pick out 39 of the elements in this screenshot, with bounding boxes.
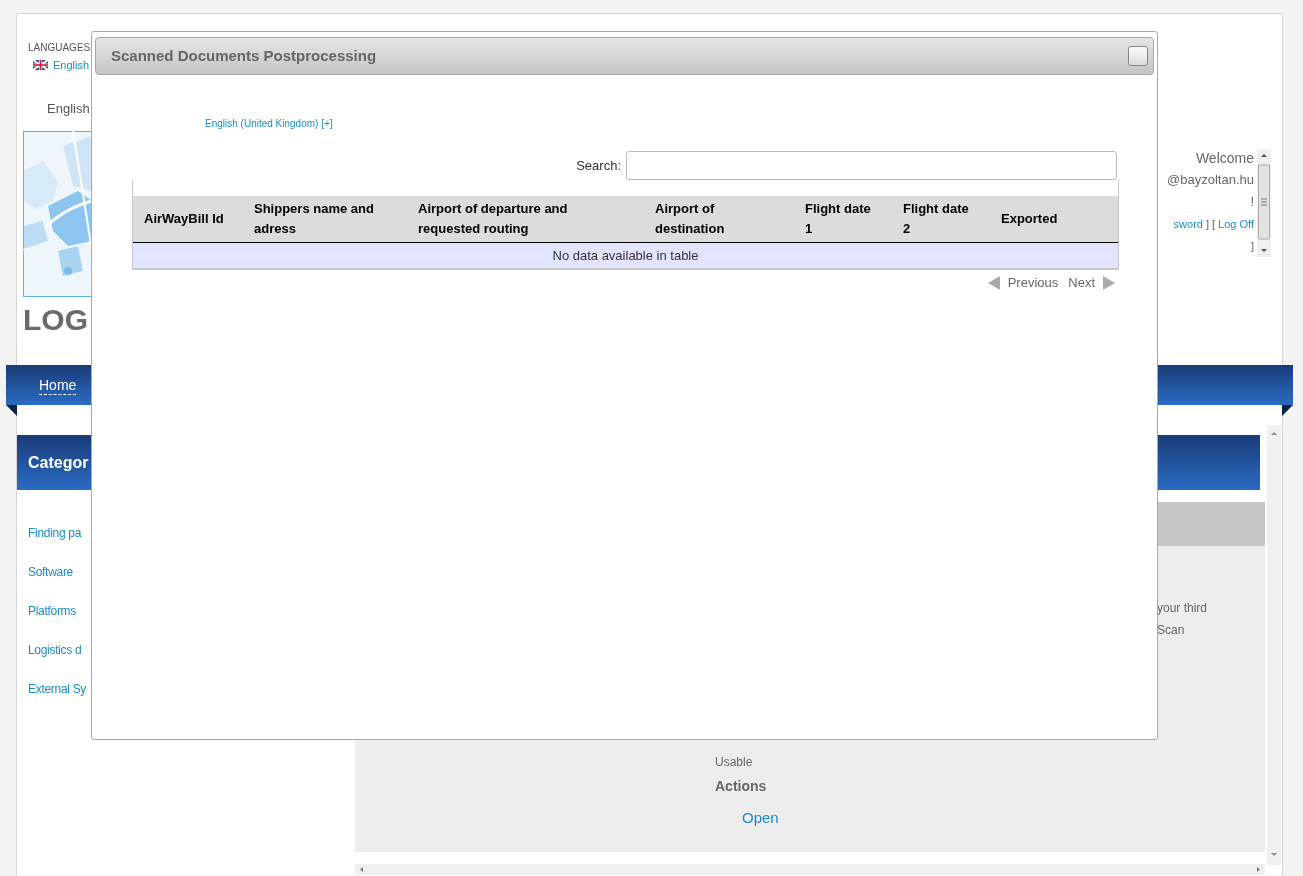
dialog-title: Scanned Documents Postprocessing bbox=[111, 45, 377, 66]
language-link[interactable]: English bbox=[53, 57, 90, 74]
previous-button[interactable]: Previous bbox=[987, 273, 1059, 293]
next-button[interactable]: Next bbox=[1068, 273, 1115, 293]
exclamation-text: ! bbox=[1250, 193, 1254, 211]
column-header[interactable]: Airport of destination bbox=[644, 196, 794, 243]
nav-link[interactable]: Home bbox=[39, 375, 77, 395]
close-button[interactable] bbox=[1128, 46, 1148, 66]
description-text: your third bbox=[1157, 600, 1209, 617]
right-arrow-icon bbox=[1103, 275, 1115, 290]
vertical-scrollbar[interactable] bbox=[1267, 425, 1281, 865]
actions-heading: Actions bbox=[715, 777, 767, 795]
language-link[interactable]: English (United Kingdom) [+] bbox=[205, 117, 333, 131]
column-header[interactable]: Airport of departure and requested routing bbox=[407, 196, 644, 243]
language-heading: English bbox=[47, 99, 91, 118]
column-header[interactable]: Flight date 1 bbox=[794, 196, 892, 243]
user-email: @bayzoltan.hu bbox=[1167, 171, 1254, 189]
empty-table-message: No data available in table bbox=[133, 242, 1118, 269]
account-link[interactable]: sword bbox=[1173, 213, 1203, 235]
search-label: Search: bbox=[576, 156, 621, 175]
scrollbar[interactable] bbox=[1257, 149, 1271, 257]
horizontal-scrollbar[interactable] bbox=[355, 864, 1265, 875]
ribbon-fold-icon bbox=[1282, 405, 1293, 417]
welcome-text: Welcome bbox=[1195, 149, 1254, 168]
state-value: Usable bbox=[715, 754, 753, 771]
account-link[interactable]: Log Off bbox=[1218, 213, 1254, 235]
column-header[interactable]: AirWayBill Id bbox=[133, 196, 243, 243]
description-text: Scan bbox=[1157, 622, 1186, 639]
bracket-text: ] [ bbox=[1205, 217, 1216, 232]
languages-label: LANGUAGES bbox=[28, 41, 92, 55]
ribbon-fold-icon bbox=[6, 405, 17, 417]
column-header[interactable]: Exported bbox=[990, 196, 1118, 243]
left-arrow-icon bbox=[987, 275, 1000, 290]
logo-text: LOG bbox=[23, 303, 89, 337]
column-header[interactable]: Shippers name and adress bbox=[243, 196, 407, 243]
column-header[interactable]: Flight date 2 bbox=[892, 196, 990, 243]
flag-icon bbox=[33, 60, 48, 71]
search-field[interactable] bbox=[626, 151, 1117, 180]
bracket-text: ] bbox=[1250, 239, 1254, 254]
